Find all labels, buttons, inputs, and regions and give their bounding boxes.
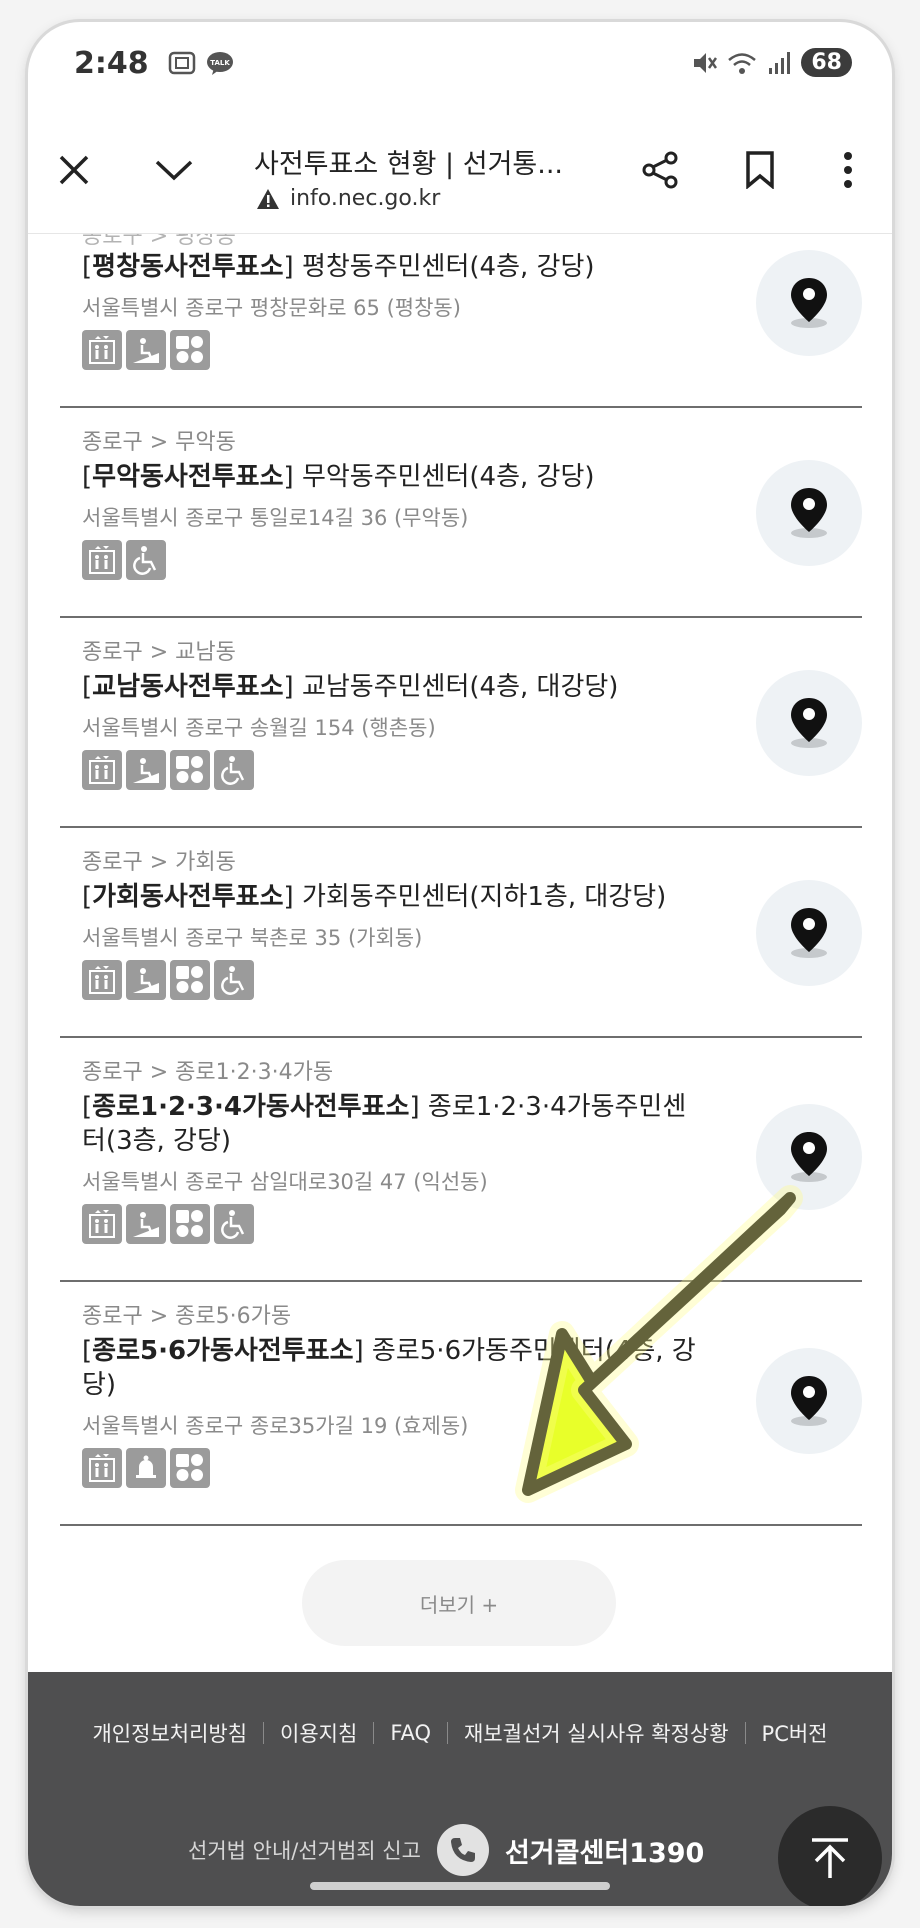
station-breadcrumb: 종로구 > 무악동	[82, 430, 236, 455]
arrow-up-icon	[812, 1838, 848, 1878]
phone-icon	[436, 1824, 489, 1876]
elevator-icon	[82, 540, 122, 580]
ramp-icon	[126, 960, 166, 1000]
page-title: 사전투표소 현황 | 선거통...	[254, 149, 563, 180]
list-item[interactable]: [평창동사전투표소] 평창동주민센터(4층, 강당) 서울특별시 종로구 평창문…	[60, 234, 862, 408]
map-pin-icon	[791, 278, 827, 328]
wheelchair-icon	[214, 1204, 254, 1244]
braille-icon	[170, 330, 210, 370]
wheelchair-icon	[126, 540, 166, 580]
map-pin-button[interactable]	[756, 670, 862, 776]
load-more-button[interactable]: 더보기 +	[302, 1560, 616, 1646]
call-center-number[interactable]: 선거콜센터1390	[505, 1831, 704, 1870]
bookmark-icon[interactable]	[732, 142, 788, 198]
station-name: [평창동사전투표소] 평창동주민센터(4층, 강당)	[82, 252, 595, 282]
list-item[interactable]: 종로구 > 교남동 [교남동사전투표소] 교남동주민센터(4층, 대강당) 서울…	[60, 618, 862, 828]
wifi-icon	[728, 52, 757, 74]
station-name: [가회동사전투표소] 가회동주민센터(지하1층, 대강당)	[82, 882, 667, 912]
scroll-to-top-button[interactable]	[778, 1806, 882, 1906]
map-pin-icon	[791, 1132, 827, 1182]
station-address: 서울특별시 종로구 삼일대로30길 47 (익선동)	[82, 1170, 488, 1194]
phone-frame: 2:48 TALK 68 사전투표소 현황 | 선거통... info.nec.…	[28, 22, 892, 1906]
map-pin-button[interactable]	[756, 880, 862, 986]
wheelchair-icon	[214, 960, 254, 1000]
map-pin-icon	[791, 908, 827, 958]
elevator-icon	[82, 960, 122, 1000]
elevator-icon	[82, 1448, 122, 1488]
footer-link-privacy[interactable]: 개인정보처리방침	[76, 1718, 263, 1748]
browser-toolbar: 사전투표소 현황 | 선거통... info.nec.go.kr	[28, 108, 892, 234]
list-item[interactable]: 종로구 > 종로5·6가동 [종로5·6가동사전투표소] 종로5·6가동주민센터…	[60, 1282, 862, 1526]
list-item[interactable]: 종로구 > 종로1·2·3·4가동 [종로1·2·3·4가동사전투표소] 종로1…	[60, 1038, 862, 1282]
station-breadcrumb: 종로구 > 가회동	[82, 850, 236, 875]
ramp-icon	[126, 1204, 166, 1244]
facility-icons	[82, 540, 166, 580]
station-address: 서울특별시 종로구 송월길 154 (행촌동)	[82, 716, 436, 740]
signal-icon	[769, 51, 791, 74]
elevator-icon	[82, 1204, 122, 1244]
chevron-down-icon[interactable]	[146, 142, 202, 198]
mute-icon	[694, 52, 718, 73]
battery-level: 68	[801, 48, 852, 77]
screenshot-icon	[168, 51, 196, 75]
list-item[interactable]: 종로구 > 무악동 [무악동사전투표소] 무악동주민센터(4층, 강당) 서울특…	[60, 408, 862, 618]
footer: 개인정보처리방침 이용지침 FAQ 재보궐선거 실시사유 확정상황 PC버전 선…	[28, 1672, 892, 1906]
ramp-icon	[126, 750, 166, 790]
map-pin-button[interactable]	[756, 250, 862, 356]
facility-icons	[82, 750, 254, 790]
station-breadcrumb: 종로구 > 종로5·6가동	[82, 1304, 292, 1329]
facility-icons	[82, 330, 210, 370]
station-name: [종로5·6가동사전투표소] 종로5·6가동주민센터(4층, 강당)	[82, 1336, 696, 1400]
station-name: [교남동사전투표소] 교남동주민센터(4층, 대강당)	[82, 672, 619, 702]
footer-links: 개인정보처리방침 이용지침 FAQ 재보궐선거 실시사유 확정상황 PC버전	[28, 1718, 892, 1748]
election-law-report-link[interactable]: 선거법 안내/선거범죄 신고	[188, 1835, 421, 1865]
braille-icon	[170, 1448, 210, 1488]
elevator-icon	[82, 750, 122, 790]
map-pin-button[interactable]	[756, 460, 862, 566]
status-bar: 2:48 TALK 68	[28, 22, 892, 108]
station-name: [무악동사전투표소] 무악동주민센터(4층, 강당)	[82, 462, 595, 492]
station-address: 서울특별시 종로구 통일로14길 36 (무악동)	[82, 506, 469, 530]
braille-icon	[170, 960, 210, 1000]
share-icon[interactable]	[632, 142, 688, 198]
elevator-icon	[82, 330, 122, 370]
footer-link-terms[interactable]: 이용지침	[264, 1718, 373, 1748]
wheelchair-icon	[214, 750, 254, 790]
braille-icon	[170, 1204, 210, 1244]
map-pin-button[interactable]	[756, 1348, 862, 1454]
braille-icon	[170, 750, 210, 790]
close-icon[interactable]	[46, 142, 102, 198]
station-address: 서울특별시 종로구 북촌로 35 (가회동)	[82, 926, 423, 950]
station-breadcrumb: 종로구 > 종로1·2·3·4가동	[82, 1060, 334, 1085]
svg-text:TALK: TALK	[210, 59, 230, 67]
list-item[interactable]: 종로구 > 가회동 [가회동사전투표소] 가회동주민센터(지하1층, 대강당) …	[60, 828, 862, 1038]
ramp-icon	[126, 330, 166, 370]
station-breadcrumb: 종로구 > 교남동	[82, 640, 236, 665]
station-address: 서울특별시 종로구 평창문화로 65 (평창동)	[82, 296, 461, 320]
kakaotalk-icon: TALK	[207, 52, 233, 75]
map-pin-button[interactable]	[756, 1104, 862, 1210]
page-url[interactable]: info.nec.go.kr	[290, 186, 440, 211]
warning-icon	[257, 188, 279, 209]
footer-link-by-election[interactable]: 재보궐선거 실시사유 확정상황	[448, 1718, 745, 1748]
polling-station-list: 종로구 > 평창동 [평창동사전투표소] 평창동주민센터(4층, 강당) 서울특…	[28, 234, 892, 1672]
map-pin-icon	[791, 488, 827, 538]
bell-icon	[126, 1448, 166, 1488]
map-pin-icon	[791, 698, 827, 748]
station-name: [종로1·2·3·4가동사전투표소] 종로1·2·3·4가동주민센터(3층, 강…	[82, 1092, 687, 1156]
facility-icons	[82, 1204, 254, 1244]
footer-link-pc-version[interactable]: PC버전	[746, 1718, 844, 1748]
load-more-label: 더보기 +	[419, 1592, 499, 1617]
home-indicator	[310, 1882, 610, 1890]
status-time: 2:48	[74, 46, 149, 81]
more-options-icon[interactable]	[820, 142, 876, 198]
facility-icons	[82, 1448, 210, 1488]
map-pin-icon	[791, 1376, 827, 1426]
facility-icons	[82, 960, 254, 1000]
footer-link-faq[interactable]: FAQ	[374, 1721, 447, 1745]
station-address: 서울특별시 종로구 종로35가길 19 (효제동)	[82, 1414, 469, 1438]
